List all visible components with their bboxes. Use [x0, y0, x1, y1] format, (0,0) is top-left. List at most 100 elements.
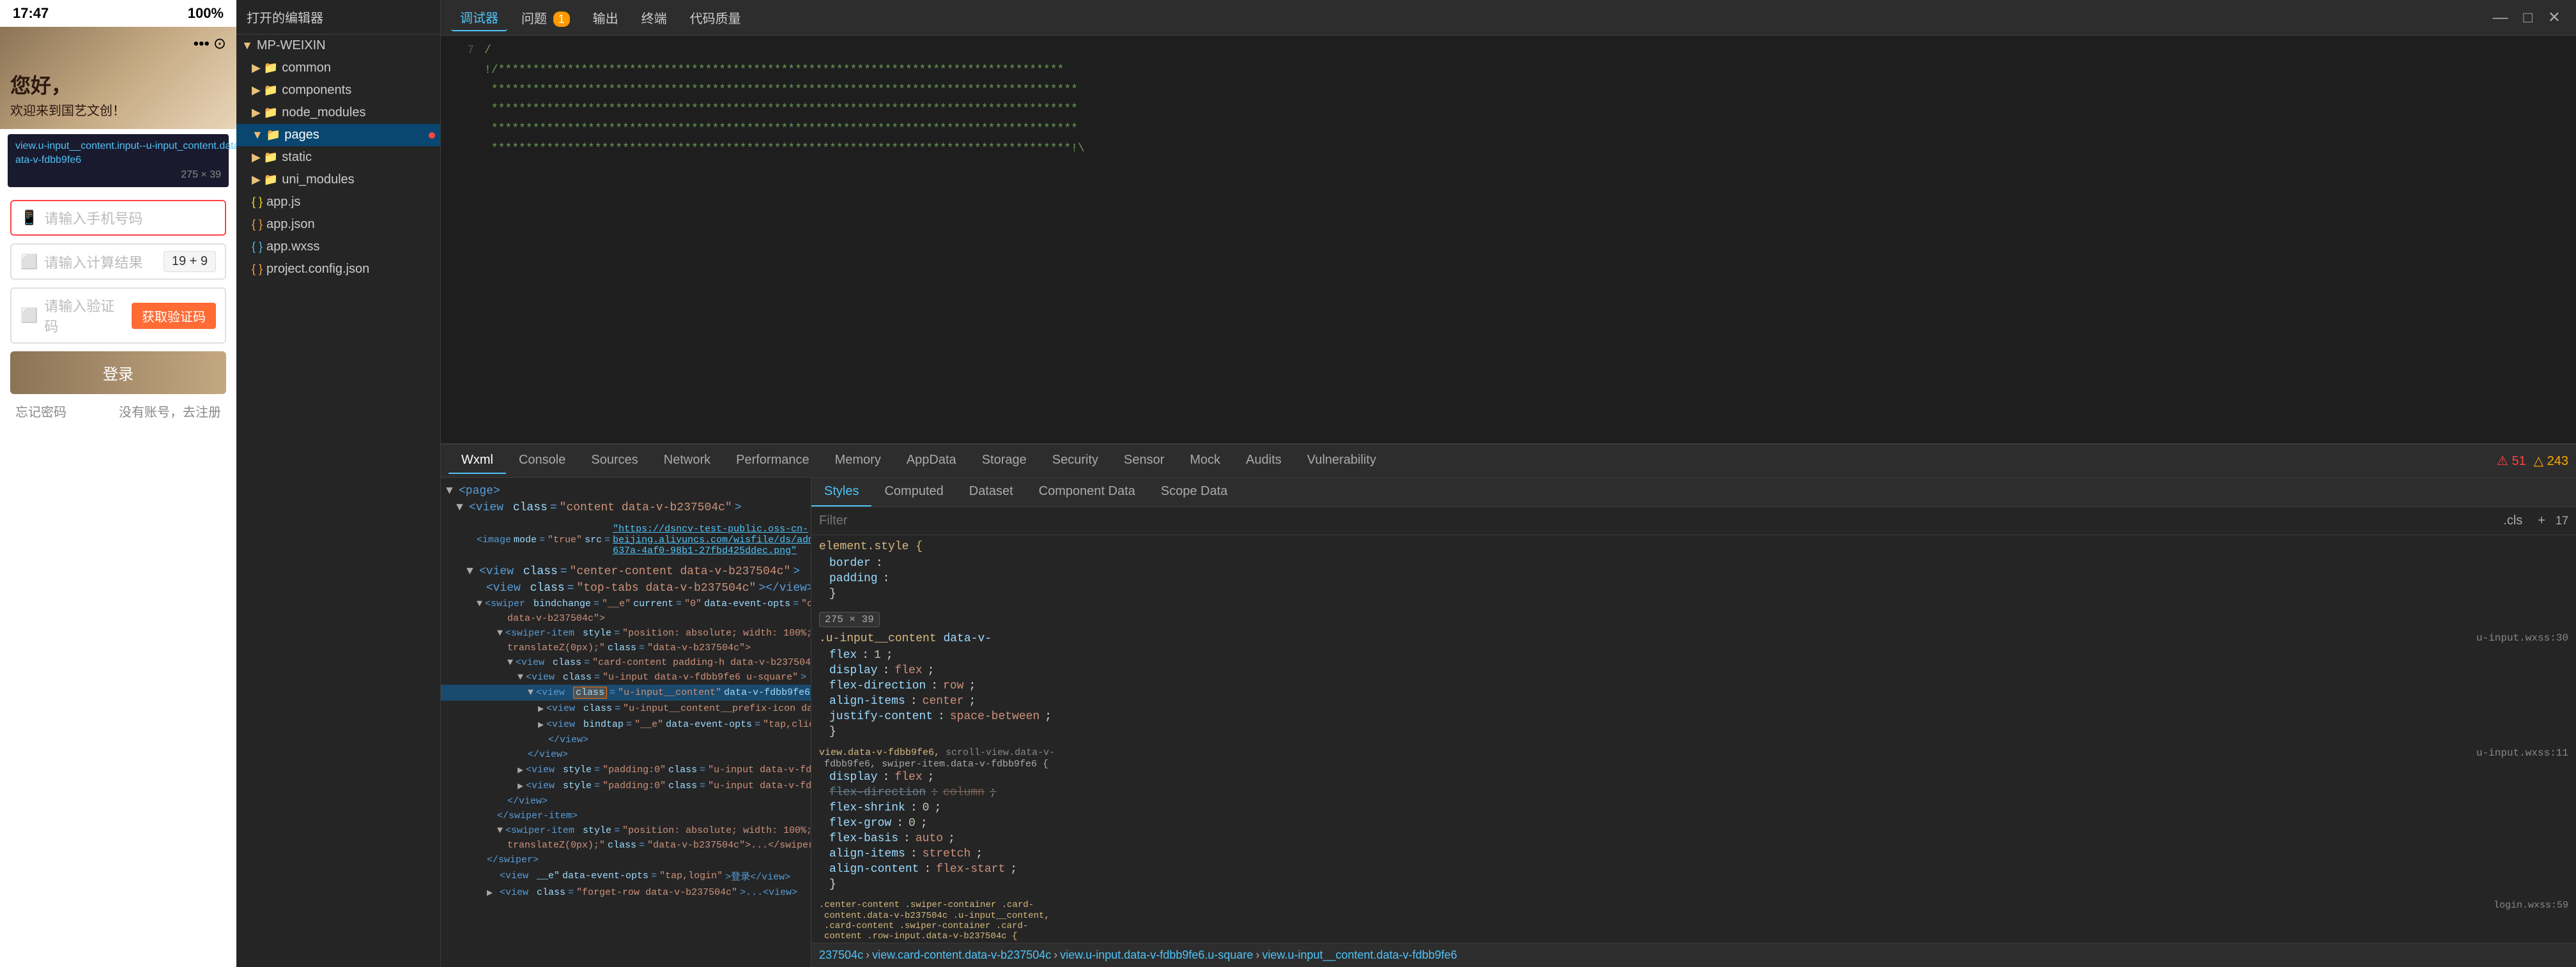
element-style-selector: element.style {	[819, 540, 2568, 553]
code-editor: 7 / !/**********************************…	[441, 36, 2576, 443]
cls-button[interactable]: .cls	[2498, 512, 2527, 529]
tab-storage[interactable]: Storage	[969, 448, 1039, 474]
login-button[interactable]: 登录	[10, 351, 226, 394]
tab-sensor[interactable]: Sensor	[1111, 448, 1177, 474]
dom-line-swiper-item1[interactable]: ▼ <swiper-item style="position: absolute…	[441, 626, 811, 641]
add-style-button[interactable]: +	[2533, 512, 2550, 529]
phone-placeholder: 请输入手机号码	[44, 208, 216, 228]
tab-performance[interactable]: Performance	[723, 448, 822, 474]
appwxss-icon: { }	[252, 240, 263, 254]
element-size-container: 275 × 39	[819, 609, 2568, 627]
styles-tabs: Styles Computed Dataset Component Data S…	[811, 478, 2576, 507]
tab-security[interactable]: Security	[1039, 448, 1111, 474]
sidebar-item-components[interactable]: ▶ 📁 components	[236, 79, 440, 102]
dom-line-close[interactable]: </view>	[441, 733, 811, 747]
tab-styles[interactable]: Styles	[811, 478, 871, 506]
tab-vulnerability[interactable]: Vulnerability	[1294, 448, 1389, 474]
dom-line-page[interactable]: ▼ <page>	[441, 483, 811, 499]
forgot-password-link[interactable]: 忘记密码	[15, 402, 66, 420]
tab-console[interactable]: Console	[506, 448, 578, 474]
tab-dataset[interactable]: Dataset	[956, 478, 1026, 506]
dom-line-forget-row[interactable]: ▶ <view class="forget-row data-v-b237504…	[441, 885, 811, 901]
dom-line-view-close[interactable]: </view>	[441, 747, 811, 762]
dom-line-swiper[interactable]: ▼ <swiper bindchange="__e" current="0" d…	[441, 597, 811, 611]
breadcrumb-237504c[interactable]: 237504c	[819, 948, 863, 962]
captcha-field[interactable]: ⬜ 请输入计算结果 19 + 9	[10, 243, 226, 280]
tab-sources[interactable]: Sources	[578, 448, 650, 474]
dom-line-image[interactable]: <image mode="true" src="https://dsncv-te…	[441, 516, 811, 563]
dom-line-swiper-close[interactable]: </swiper>	[441, 853, 811, 867]
error-counter: ⚠ 51	[2497, 453, 2526, 469]
tab-audits[interactable]: Audits	[1233, 448, 1294, 474]
filter-input[interactable]	[819, 514, 2493, 528]
dom-line-view-content[interactable]: ▼ <view class="content data-v-b237504c">	[441, 499, 811, 516]
tab-memory[interactable]: Memory	[822, 448, 894, 474]
dom-line-view-close2[interactable]: </view>	[441, 794, 811, 809]
code-line: !/**************************************…	[441, 61, 2576, 80]
breadcrumb-card-content[interactable]: view.card-content.data-v-b237504c	[872, 948, 1051, 962]
center-selector-cont2: .card-content .swiper-container .card-	[819, 921, 2568, 931]
phone-field[interactable]: 📱 请输入手机号码	[10, 200, 226, 236]
get-code-button[interactable]: 获取验证码	[132, 303, 216, 329]
dom-line-u-input-content[interactable]: ▼ <view class="u-input__content" data-v-…	[441, 685, 811, 701]
tab-terminal[interactable]: 终端	[632, 4, 676, 31]
sidebar-item-common[interactable]: ▶ 📁 common	[236, 57, 440, 79]
verify-field[interactable]: ⬜ 请输入验证码 获取验证码	[10, 287, 226, 344]
tab-debugger[interactable]: 调试器	[451, 4, 507, 31]
dom-line-login-btn[interactable]: <view __e" data-event-opts="tap,login">登…	[441, 867, 811, 885]
element-size-badge: 275 × 39	[819, 612, 880, 627]
breadcrumb-u-input[interactable]: view.u-input.data-v-fdbb9fe6.u-square	[1060, 948, 1253, 962]
sidebar-item-appjson[interactable]: { } app.json	[236, 213, 440, 236]
dom-line-center-content[interactable]: ▼ <view class="center-content data-v-b23…	[441, 563, 811, 580]
sidebar-item-appjs[interactable]: { } app.js	[236, 191, 440, 213]
sidebar-item-static[interactable]: ▶ 📁 static	[236, 146, 440, 169]
sidebar-item-appwxss[interactable]: { } app.wxss	[236, 236, 440, 258]
battery-display: 100%	[188, 5, 224, 22]
root-folder[interactable]: ▼ MP-WEIXIN	[236, 34, 440, 57]
dom-line-swiper-item2[interactable]: ▼ <swiper-item style="position: absolute…	[441, 823, 811, 838]
sidebar-item-uni-modules[interactable]: ▶ 📁 uni_modules	[236, 169, 440, 191]
tab-mock[interactable]: Mock	[1177, 448, 1233, 474]
tab-component-data[interactable]: Component Data	[1026, 478, 1148, 506]
tab-wxml[interactable]: Wxml	[448, 448, 506, 474]
flex-grow-prop: flex-grow : 0;	[819, 816, 2568, 831]
tab-output[interactable]: 输出	[584, 4, 627, 31]
dom-line-u-input3[interactable]: ▶ <view style="padding:0" class="u-input…	[441, 778, 811, 794]
static-label: static	[282, 150, 312, 165]
code-line: 7 /	[441, 41, 2576, 61]
dom-line-card-content[interactable]: ▼ <view class="card-content padding-h da…	[441, 655, 811, 670]
minimize-icon[interactable]: —	[2487, 6, 2513, 29]
maximize-icon[interactable]: □	[2518, 6, 2538, 29]
dom-line-top-tabs[interactable]: <view class="top-tabs data-v-b237504c"><…	[441, 580, 811, 597]
close-icon[interactable]: ✕	[2543, 6, 2566, 29]
border-prop: border :	[819, 556, 2568, 571]
dom-panel: ▼ <page> ▼ <view class="content data-v-b…	[441, 478, 811, 967]
dom-line-u-input[interactable]: ▼ <view class="u-input data-v-fdbb9fe6 u…	[441, 670, 811, 685]
sidebar-item-node-modules[interactable]: ▶ 📁 node_modules	[236, 102, 440, 124]
tab-computed[interactable]: Computed	[871, 478, 956, 506]
dom-line-field[interactable]: ▶ <view bindtap="__e" data-event-opts="t…	[441, 717, 811, 733]
sidebar-item-project-config[interactable]: { } project.config.json	[236, 258, 440, 280]
display-prop: display : flex;	[819, 663, 2568, 678]
common-folder-icon: ▶ 📁	[252, 61, 278, 75]
register-link[interactable]: 没有账号，去注册	[119, 402, 221, 420]
tooltip-text: view.u-input__content.input--u-input_con…	[15, 139, 221, 168]
view-selector-row: view.data-v-fdbb9fe6, scroll-view.data-v…	[819, 747, 2568, 759]
styles-content: element.style { border : padding :	[811, 535, 2576, 943]
tab-network[interactable]: Network	[651, 448, 723, 474]
file-tree-header: 打开的编辑器	[236, 0, 440, 34]
breadcrumb-u-input-content[interactable]: view.u-input__content.data-v-fdbb9fe6	[1262, 948, 1457, 962]
dom-line-u-input2[interactable]: ▶ <view style="padding:0" class="u-input…	[441, 762, 811, 778]
dots-menu[interactable]: ••• ⊙	[194, 34, 226, 53]
sidebar-item-pages[interactable]: ▼ 📁 pages	[236, 124, 440, 146]
dom-line-prefix-icon[interactable]: ▶ <view class="u-input__content__prefix-…	[441, 701, 811, 717]
tab-scope-data[interactable]: Scope Data	[1148, 478, 1241, 506]
tab-code-quality[interactable]: 代码质量	[681, 4, 750, 31]
project-config-label: project.config.json	[266, 262, 369, 277]
file-tree-title: 打开的编辑器	[247, 8, 323, 26]
display-flex-prop: display : flex;	[819, 770, 2568, 785]
mobile-panel: 17:47 100% ••• ⊙ 您好， 欢迎来到国艺文创！ view.u-in…	[0, 0, 236, 967]
dom-line-swiper-item-close[interactable]: </swiper-item>	[441, 809, 811, 823]
tab-issues[interactable]: 问题 1	[512, 4, 579, 31]
tab-appdata[interactable]: AppData	[894, 448, 969, 474]
